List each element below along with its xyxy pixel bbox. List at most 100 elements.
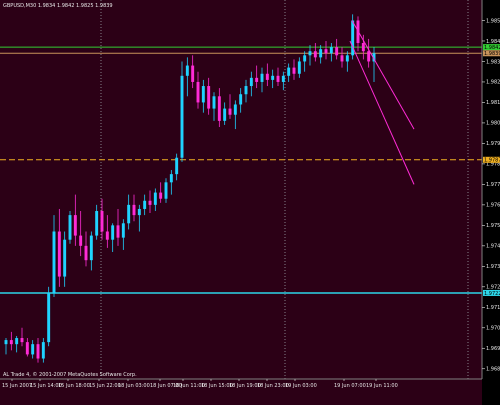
candle-body — [297, 61, 301, 74]
candle-body — [217, 96, 221, 121]
candle-body — [201, 86, 205, 103]
candle-body — [164, 182, 168, 199]
candle-body — [31, 344, 35, 355]
price-tick-label: 1.9775 — [486, 182, 500, 188]
time-tick-label: 19 Jun 11:00 — [366, 383, 398, 389]
price-tick-label: 1.9695 — [486, 346, 500, 352]
price-tick-label: 1.9705 — [486, 326, 500, 332]
candle-body — [143, 200, 147, 209]
candle-body — [329, 47, 333, 54]
time-tick-label: 18 Jun 19:00 — [229, 383, 261, 389]
price-tick-label: 1.9745 — [486, 244, 500, 250]
time-tick-label: 15 Jun 18:00 — [58, 383, 90, 389]
price-tick-label: 1.9805 — [486, 121, 500, 127]
time-tick-label: 19 Jun 07:00 — [334, 383, 366, 389]
price-tick-label: 1.9845 — [486, 39, 500, 45]
candle-body — [25, 342, 29, 355]
candle-body — [340, 55, 344, 62]
candle-body — [41, 342, 45, 359]
candle-body — [281, 75, 285, 82]
candle-body — [89, 235, 93, 261]
candle-body — [303, 55, 307, 62]
price-chart[interactable]: 1.9855 1.9845 1.9835 1.9825 1.9815 1.9805 1.97… — [0, 0, 500, 405]
candle-body — [361, 43, 365, 52]
candle-body — [196, 81, 200, 103]
candle-body — [185, 65, 189, 76]
price-tick-label: 1.9735 — [486, 264, 500, 270]
candle-body — [137, 208, 141, 216]
candle-body — [57, 231, 61, 277]
candle-body — [255, 77, 259, 82]
candle-body — [153, 192, 157, 205]
candle-body — [79, 235, 83, 246]
candle-body — [292, 67, 296, 74]
candle-body — [148, 200, 152, 205]
candle-body — [345, 55, 349, 62]
candle-body — [84, 245, 88, 261]
time-tick-label: 18 Jun 11:00 — [173, 383, 205, 389]
candle-body — [207, 86, 211, 109]
tan-level-label: 1.9839 — [484, 51, 500, 57]
candle-body — [95, 211, 99, 236]
time-tick-label: 18 Jun 03:00 — [118, 383, 150, 389]
price-tick-label: 1.9725 — [486, 285, 500, 291]
candle-body — [223, 108, 227, 121]
price-tick-label: 1.9795 — [486, 141, 500, 147]
candle-body — [180, 75, 184, 158]
candle-body — [191, 65, 195, 82]
cyan-level-label: 1.9722 — [484, 291, 500, 297]
chart-window: 1.9855 1.9845 1.9835 1.9825 1.9815 1.9805 1.97… — [0, 0, 500, 405]
price-tick-label: 1.9835 — [486, 59, 500, 65]
copyright-text: AL Trade 4, © 2001-2007 MetaQuotes Softw… — [3, 371, 137, 378]
price-tick-label: 1.9855 — [486, 18, 500, 24]
candle-body — [313, 51, 317, 58]
candle-body — [73, 215, 77, 236]
price-tick-label: 1.9825 — [486, 80, 500, 86]
time-tick-label: 19 Jun 03:00 — [285, 383, 317, 389]
channel-line-0 — [351, 20, 415, 130]
candle-body — [324, 49, 328, 54]
candle-body — [169, 174, 173, 183]
candle-body — [308, 51, 312, 56]
candle-body — [265, 73, 269, 80]
price-tick-label: 1.9815 — [486, 100, 500, 106]
candle-body — [367, 51, 371, 62]
candle-body — [244, 86, 248, 95]
price-tick-label: 1.9685 — [486, 367, 500, 373]
candle-body — [276, 75, 280, 82]
candle-body — [249, 77, 253, 87]
candle-body — [233, 104, 237, 115]
candle-body — [52, 231, 56, 293]
price-tick-label: 1.9755 — [486, 223, 500, 229]
candle-body — [132, 204, 136, 216]
candle-body — [319, 49, 323, 58]
time-tick-label: 15 Jun 2007 — [2, 383, 32, 389]
candle-body — [15, 338, 19, 345]
candle-body — [212, 96, 216, 109]
candle-body — [175, 157, 179, 175]
candle-body — [111, 225, 115, 240]
price-tick-label: 1.9715 — [486, 305, 500, 311]
candle-body — [121, 223, 125, 238]
candle-body — [260, 73, 264, 82]
orange-level-label: 1.9787 — [484, 158, 500, 164]
candle-body — [4, 340, 8, 345]
candle-body — [159, 192, 163, 199]
candle-body — [63, 239, 67, 277]
candle-body — [116, 225, 120, 238]
price-tick-label: 1.9765 — [486, 203, 500, 209]
candle-body — [127, 204, 131, 224]
time-tick-label: 18 Jun 15:00 — [201, 383, 233, 389]
candle-body — [68, 215, 72, 240]
candle-body — [228, 108, 232, 115]
candle-body — [47, 292, 51, 343]
candle-body — [100, 211, 104, 232]
time-tick-label: 15 Jun 22:00 — [89, 383, 121, 389]
time-tick-label: 18 Jun 23:00 — [257, 383, 289, 389]
candle-body — [36, 344, 40, 359]
candle-body — [271, 75, 275, 80]
candle-body — [239, 94, 243, 105]
candle-body — [20, 338, 24, 343]
candle-body — [335, 47, 339, 56]
chart-header-text: GBPUSD,M30 1.9834 1.9842 1.9825 1.9839 — [3, 3, 113, 9]
